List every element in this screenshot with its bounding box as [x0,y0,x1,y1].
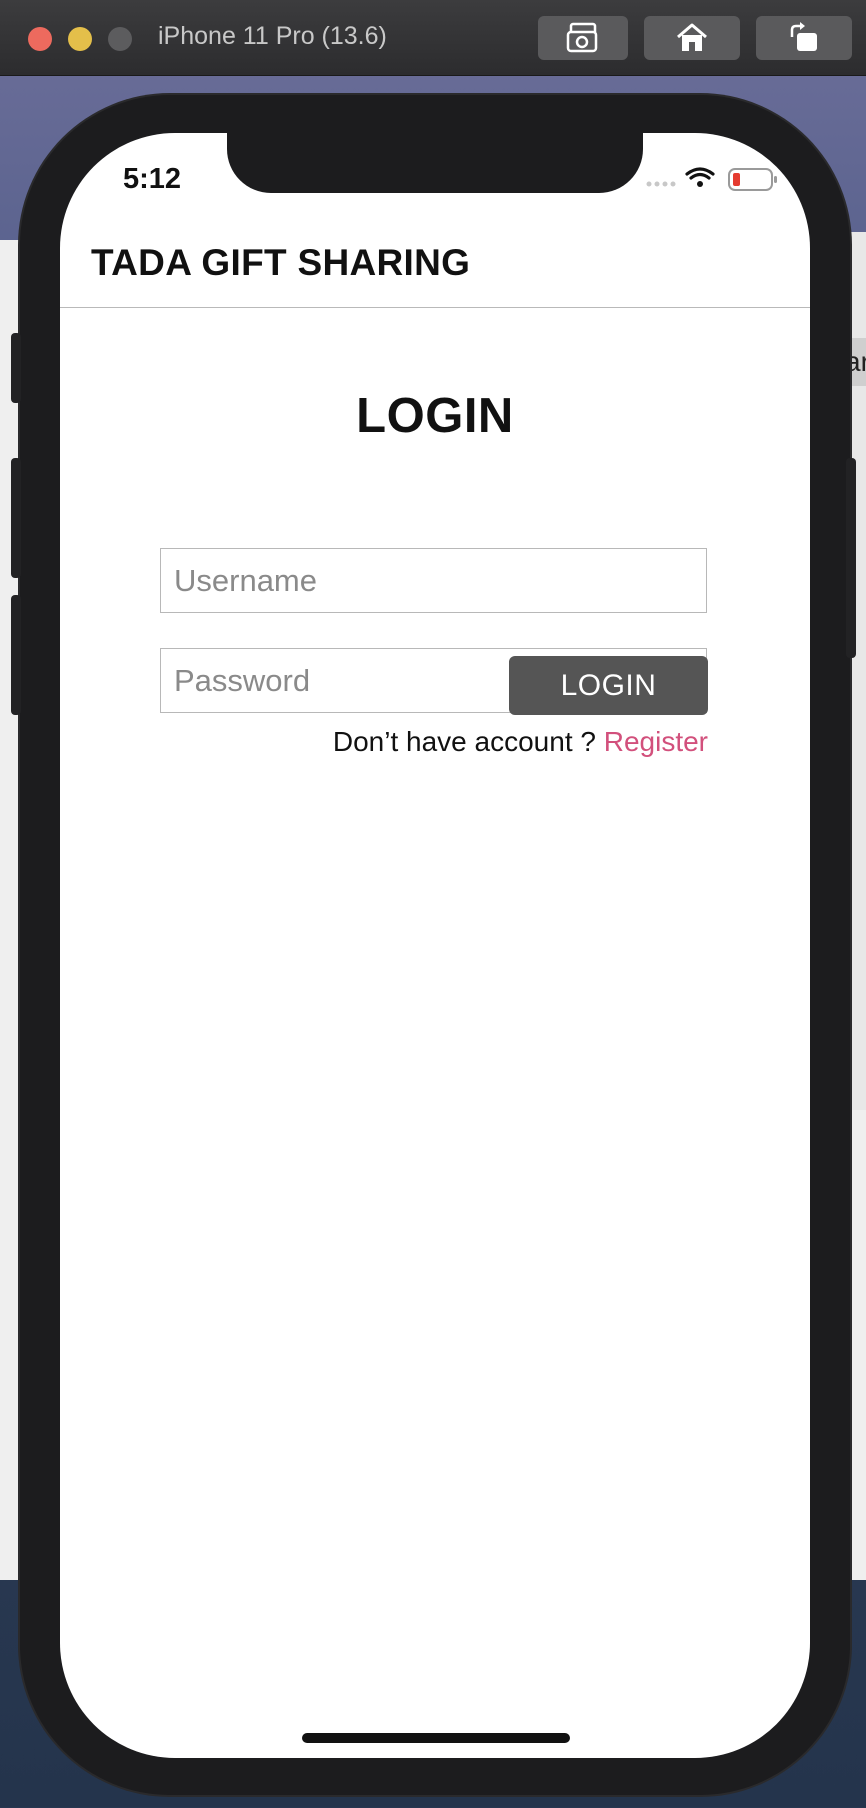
home-indicator[interactable] [302,1733,570,1743]
simulator-titlebar: iPhone 11 Pro (13.6) [0,0,866,76]
rotate-icon [790,22,817,51]
app-header: TADA GIFT SHARING [60,215,810,308]
register-prompt: Don’t have account ? [332,726,596,757]
close-window-button[interactable] [28,27,52,51]
home-button[interactable] [644,16,740,60]
volume-up-button [11,458,21,578]
username-input[interactable] [160,548,707,613]
home-icon [677,23,707,51]
signal-icon [646,181,676,187]
status-time: 5:12 [123,163,182,195]
zoom-window-button[interactable] [108,27,132,51]
screenshot-icon [566,22,598,53]
status-icons [645,165,785,195]
simulator-device-title: iPhone 11 Pro (13.6) [158,22,387,50]
minimize-window-button[interactable] [68,27,92,51]
notch [227,133,643,193]
phone-screen: 5:12 TADA GIFT SHARING LOGIN LOGIN Don [60,133,810,1758]
register-line: Don’t have account ? Register [333,726,708,758]
battery-low-icon [728,168,777,191]
power-button [846,458,856,658]
screenshot-button[interactable] [538,16,628,60]
silent-switch [11,333,21,403]
login-heading: LOGIN [356,389,514,443]
wifi-icon [685,167,715,187]
app-title: TADA GIFT SHARING [91,242,471,283]
volume-down-button [11,595,21,715]
register-link[interactable]: Register [604,726,708,757]
login-button[interactable]: LOGIN [509,656,708,715]
rotate-button[interactable] [756,16,852,60]
